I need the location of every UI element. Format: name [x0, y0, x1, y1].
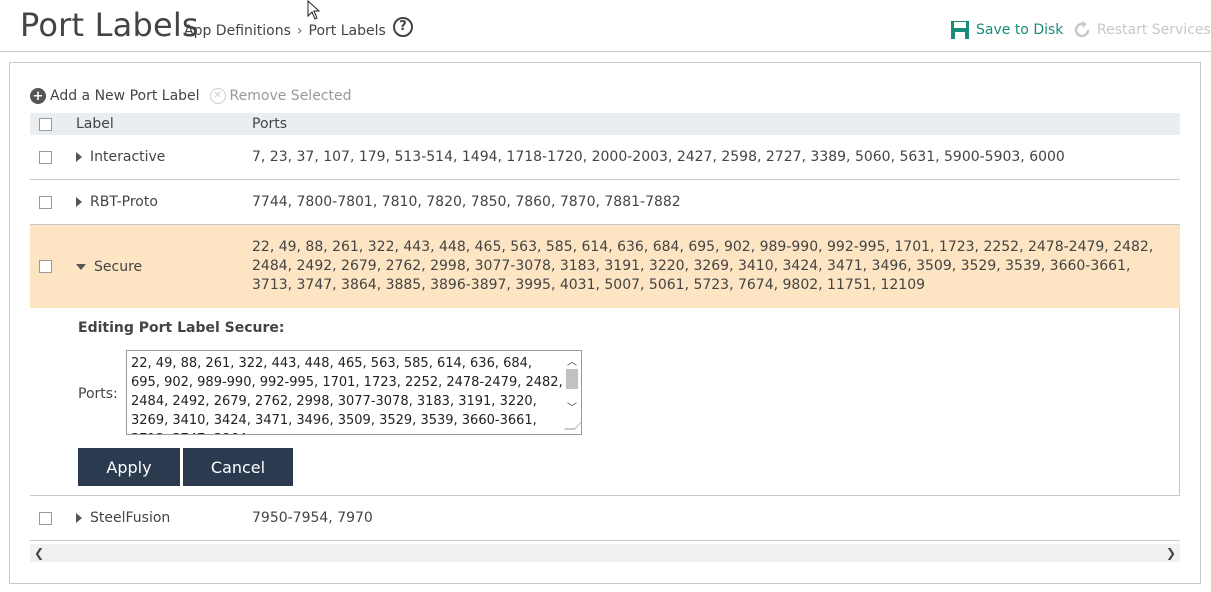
breadcrumb: App Definitions › Port Labels — [184, 23, 386, 39]
textarea-scrollbar[interactable]: ︿ ﹀ — [563, 351, 581, 434]
select-all-checkbox[interactable] — [39, 117, 52, 131]
row-checkbox[interactable] — [39, 511, 52, 525]
scrollbar-thumb[interactable] — [566, 369, 578, 389]
table-row[interactable]: SteelFusion 7950-7954, 7970 — [30, 496, 1180, 541]
row-checkbox[interactable] — [39, 195, 52, 209]
restart-icon — [1074, 21, 1090, 38]
ports-textarea-value[interactable]: 22, 49, 88, 261, 322, 443, 448, 465, 563… — [131, 354, 563, 434]
add-port-label-text: Add a New Port Label — [50, 88, 200, 104]
save-disk-icon — [951, 21, 969, 39]
cancel-button[interactable]: Cancel — [183, 448, 293, 486]
row-label: RBT-Proto — [90, 194, 158, 210]
ports-textarea[interactable]: 22, 49, 88, 261, 322, 443, 448, 465, 563… — [126, 350, 582, 435]
scroll-down-icon[interactable]: ﹀ — [567, 399, 577, 414]
port-labels-table: Label Ports Interactive 7, 23, 37, 107, … — [30, 113, 1180, 541]
plus-circle-icon: + — [30, 88, 46, 104]
toolbar: + Add a New Port Label ✕ Remove Selected — [30, 88, 362, 104]
mouse-cursor-icon — [307, 0, 321, 20]
close-circle-icon: ✕ — [209, 88, 226, 104]
apply-button[interactable]: Apply — [78, 448, 180, 486]
breadcrumb-current: Port Labels — [308, 23, 386, 39]
page-title: Port Labels — [20, 6, 199, 44]
collapse-arrow-icon[interactable] — [76, 263, 86, 270]
expand-arrow-icon[interactable] — [76, 197, 82, 207]
scroll-up-icon[interactable]: ︿ — [567, 353, 577, 368]
restart-services-label: Restart Services — [1097, 22, 1211, 38]
row-ports: 7744, 7800-7801, 7810, 7820, 7850, 7860,… — [252, 194, 681, 210]
row-label: Interactive — [90, 149, 166, 165]
page-header: Port Labels App Definitions › Port Labels … — [0, 0, 1211, 52]
ports-field-label: Ports: — [78, 386, 118, 402]
breadcrumb-parent[interactable]: App Definitions — [184, 23, 291, 39]
scroll-left-icon[interactable]: ❮ — [34, 546, 44, 560]
breadcrumb-separator: › — [296, 23, 303, 39]
column-header-ports[interactable]: Ports — [252, 116, 1180, 132]
remove-selected-text: Remove Selected — [229, 88, 352, 104]
add-port-label-button[interactable]: + Add a New Port Label — [30, 88, 200, 104]
horizontal-scrollbar[interactable]: ❮ ❯ — [30, 544, 1180, 562]
table-header: Label Ports — [30, 113, 1180, 135]
table-row-selected[interactable]: Secure 22, 49, 88, 261, 322, 443, 448, 4… — [30, 225, 1180, 308]
row-ports: 22, 49, 88, 261, 322, 443, 448, 465, 563… — [252, 239, 1154, 293]
restart-services-button: Restart Services — [1072, 20, 1211, 40]
row-label: Secure — [94, 258, 143, 275]
row-checkbox[interactable] — [39, 260, 52, 273]
scroll-right-icon[interactable]: ❯ — [1166, 546, 1176, 560]
row-label: SteelFusion — [90, 510, 171, 526]
expand-arrow-icon[interactable] — [76, 152, 82, 162]
save-to-disk-label: Save to Disk — [976, 22, 1064, 38]
expand-arrow-icon[interactable] — [76, 513, 82, 523]
table-row[interactable]: Interactive 7, 23, 37, 107, 179, 513-514… — [30, 135, 1180, 180]
row-ports: 7, 23, 37, 107, 179, 513-514, 1494, 1718… — [252, 149, 1065, 165]
help-icon[interactable]: ? — [393, 17, 413, 37]
row-checkbox[interactable] — [39, 150, 52, 164]
editor-title: Editing Port Label Secure: — [78, 320, 285, 336]
remove-selected-button: ✕ Remove Selected — [209, 88, 352, 104]
row-ports: 7950-7954, 7970 — [252, 510, 373, 526]
port-labels-panel: + Add a New Port Label ✕ Remove Selected… — [9, 62, 1201, 584]
table-row[interactable]: RBT-Proto 7744, 7800-7801, 7810, 7820, 7… — [30, 180, 1180, 225]
save-to-disk-button[interactable]: Save to Disk — [950, 20, 1063, 40]
resize-grip-icon[interactable] — [563, 419, 581, 430]
column-header-label[interactable]: Label — [76, 116, 252, 132]
edit-port-label-panel: Editing Port Label Secure: Ports: 22, 49… — [30, 308, 1180, 496]
